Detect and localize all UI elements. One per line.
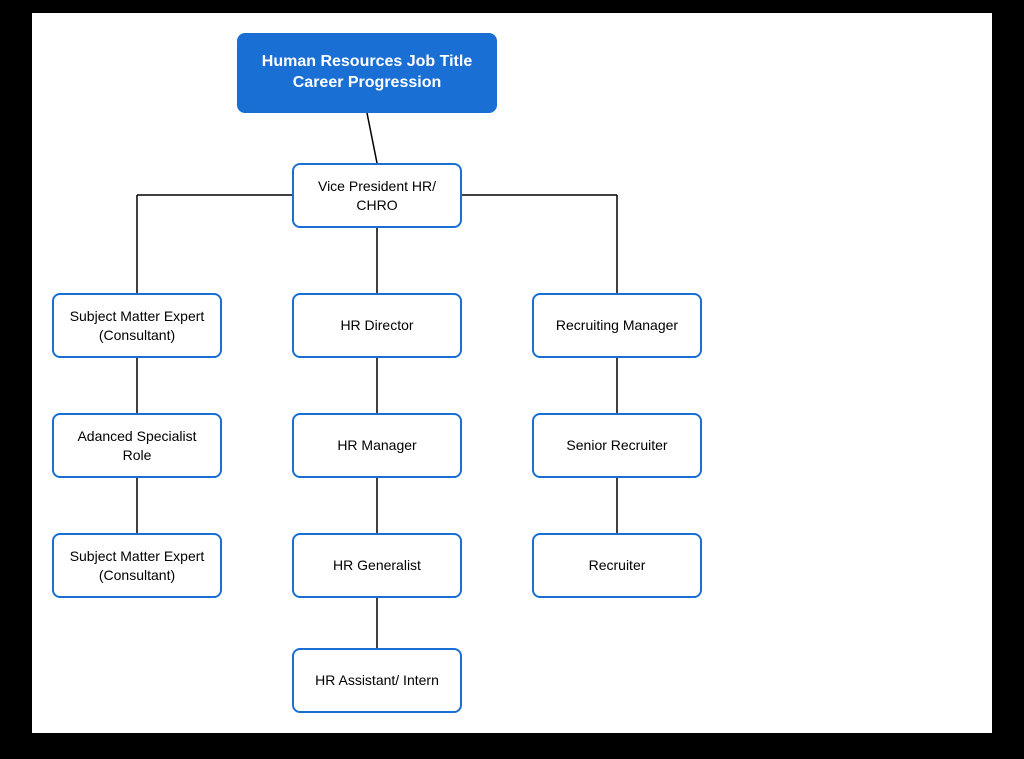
recruiting-manager-label: Recruiting Manager [556, 316, 678, 334]
sme1-label: Subject Matter Expert (Consultant) [62, 307, 212, 343]
vp-label: Vice President HR/ CHRO [302, 177, 452, 213]
sme2-label: Subject Matter Expert (Consultant) [62, 547, 212, 583]
vp-node: Vice President HR/ CHRO [292, 163, 462, 228]
hr-assistant-label: HR Assistant/ Intern [315, 671, 439, 689]
title-label: Human Resources Job Title Career Progres… [247, 52, 487, 94]
recruiter-node: Recruiter [532, 533, 702, 598]
adv-specialist-label: Adanced Specialist Role [62, 427, 212, 463]
recruiting-manager-node: Recruiting Manager [532, 293, 702, 358]
sme2-node: Subject Matter Expert (Consultant) [52, 533, 222, 598]
senior-recruiter-node: Senior Recruiter [532, 413, 702, 478]
hr-generalist-label: HR Generalist [333, 556, 421, 574]
sme1-node: Subject Matter Expert (Consultant) [52, 293, 222, 358]
senior-recruiter-label: Senior Recruiter [566, 436, 667, 454]
adv-specialist-node: Adanced Specialist Role [52, 413, 222, 478]
hr-director-node: HR Director [292, 293, 462, 358]
hr-generalist-node: HR Generalist [292, 533, 462, 598]
title-node: Human Resources Job Title Career Progres… [237, 33, 497, 113]
hr-assistant-node: HR Assistant/ Intern [292, 648, 462, 713]
connectors [32, 13, 992, 733]
recruiter-label: Recruiter [589, 556, 646, 574]
hr-manager-node: HR Manager [292, 413, 462, 478]
canvas: Human Resources Job Title Career Progres… [32, 13, 992, 733]
hr-director-label: HR Director [340, 316, 413, 334]
hr-manager-label: HR Manager [337, 436, 416, 454]
